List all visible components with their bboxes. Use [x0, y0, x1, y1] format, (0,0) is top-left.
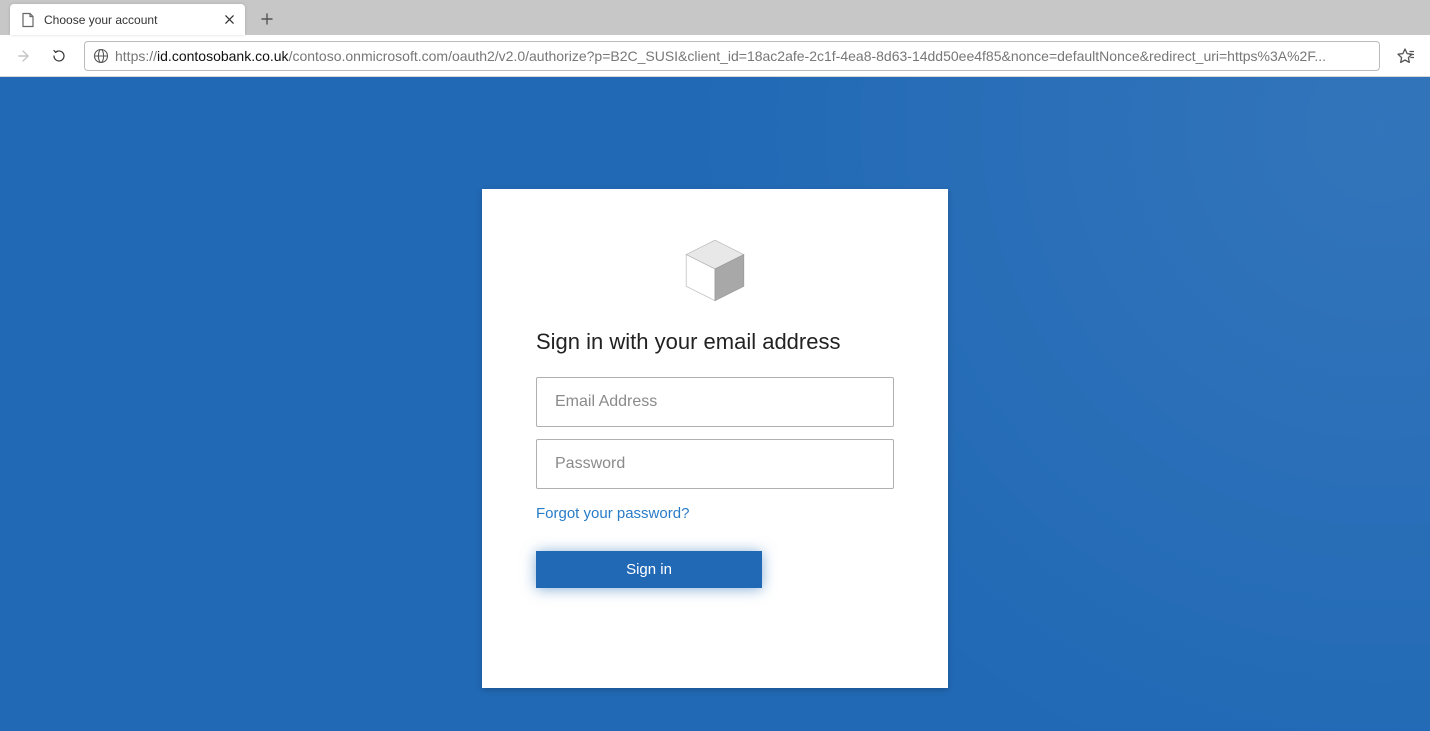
password-field[interactable]	[536, 439, 894, 489]
refresh-button[interactable]	[44, 41, 74, 71]
new-tab-button[interactable]	[253, 5, 281, 33]
email-field[interactable]	[536, 377, 894, 427]
forgot-password-link[interactable]: Forgot your password?	[536, 505, 689, 522]
forward-button[interactable]	[10, 41, 40, 71]
logo-cube-icon	[536, 233, 894, 305]
page-icon	[20, 12, 36, 28]
tab-title: Choose your account	[44, 13, 213, 27]
address-bar[interactable]: https://id.contosobank.co.uk/contoso.onm…	[84, 41, 1380, 71]
page-content: Sign in with your email address Forgot y…	[0, 77, 1430, 731]
signin-heading: Sign in with your email address	[536, 329, 894, 355]
favorites-button[interactable]	[1390, 41, 1420, 71]
url-text: https://id.contosobank.co.uk/contoso.onm…	[115, 48, 1371, 64]
browser-tab[interactable]: Choose your account	[10, 4, 245, 35]
close-tab-icon[interactable]	[221, 12, 237, 28]
url-path: /contoso.onmicrosoft.com/oauth2/v2.0/aut…	[289, 48, 1326, 64]
signin-card: Sign in with your email address Forgot y…	[482, 189, 948, 688]
nav-bar: https://id.contosobank.co.uk/contoso.onm…	[0, 35, 1430, 77]
globe-icon	[93, 48, 109, 64]
url-host: id.contosobank.co.uk	[157, 48, 289, 64]
url-protocol: https://	[115, 48, 157, 64]
tab-strip: Choose your account	[0, 0, 1430, 35]
signin-button[interactable]: Sign in	[536, 551, 762, 588]
